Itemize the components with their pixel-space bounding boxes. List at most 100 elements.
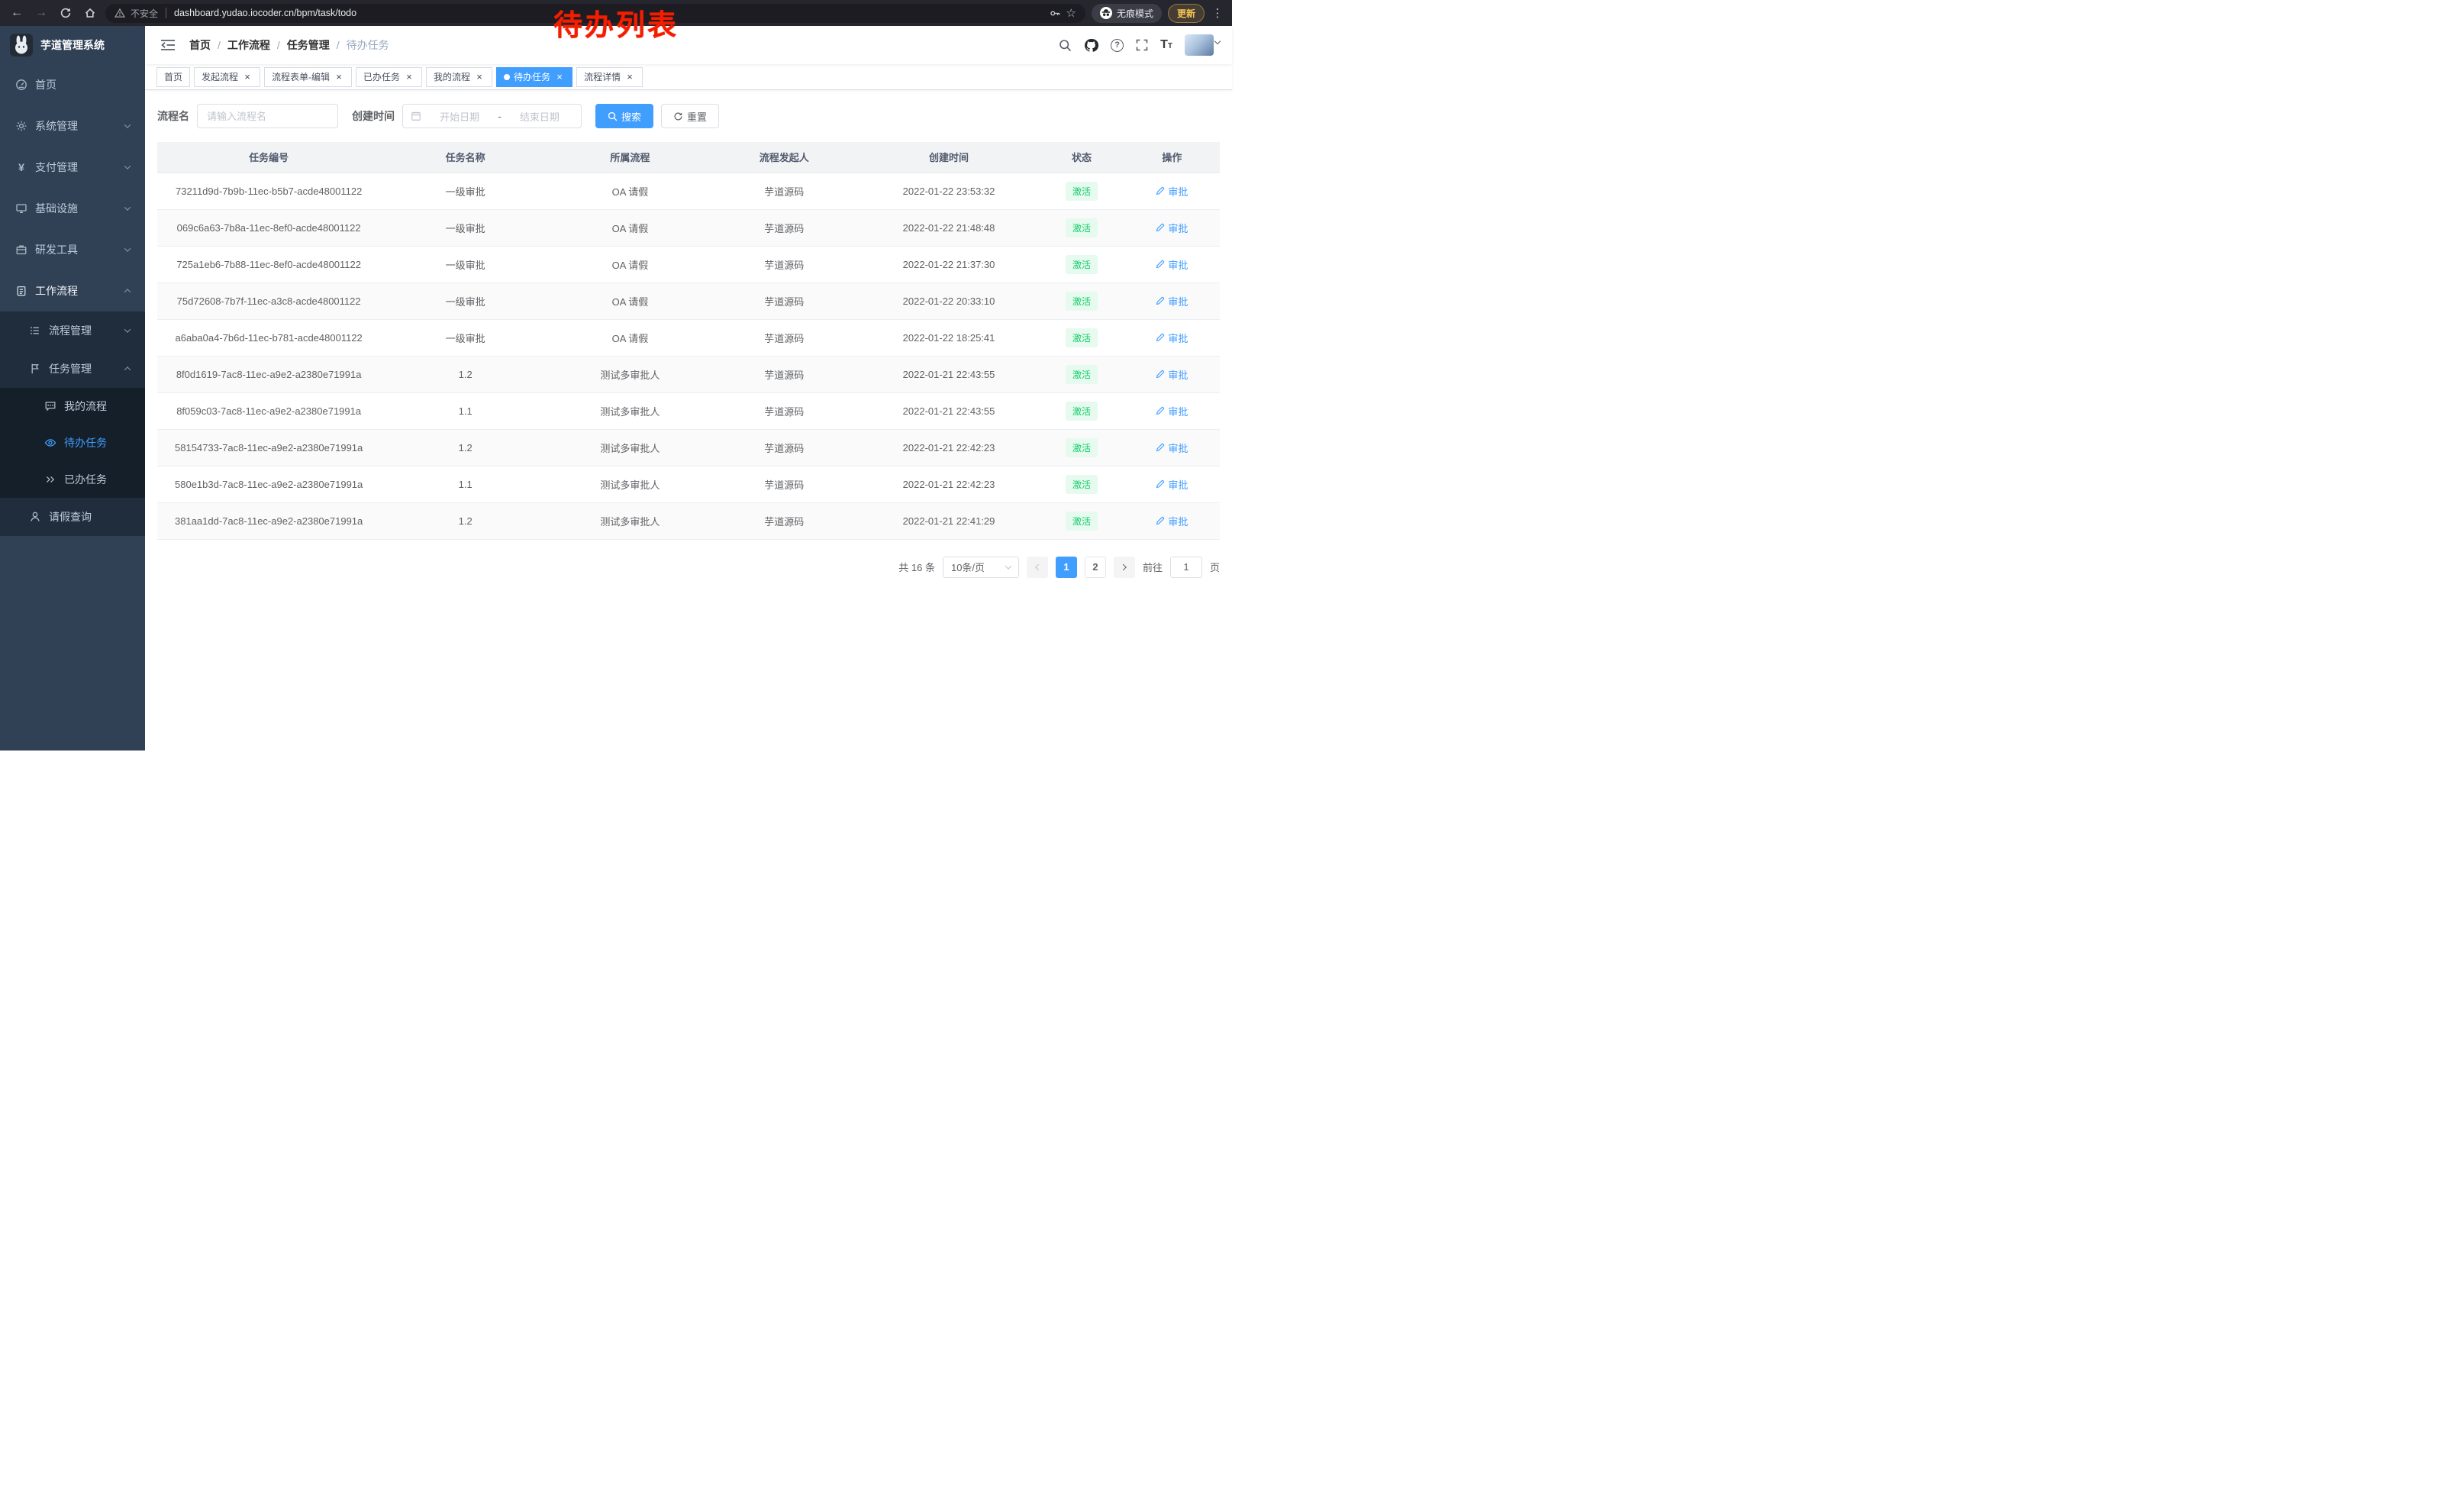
sidebar-item-home[interactable]: 首页 <box>0 64 145 105</box>
search-icon[interactable] <box>1059 39 1072 52</box>
github-icon[interactable] <box>1084 38 1098 53</box>
logo-image <box>10 34 33 56</box>
close-icon[interactable]: × <box>624 72 635 82</box>
sidebar-item-task-mgmt[interactable]: 任务管理 <box>0 350 145 388</box>
flag-icon <box>29 363 41 375</box>
tab-process-detail[interactable]: 流程详情× <box>576 67 643 87</box>
password-key-icon[interactable] <box>1050 8 1061 19</box>
cell-task-name: 1.1 <box>380 392 550 429</box>
goto-label: 前往 <box>1143 560 1163 574</box>
approve-link[interactable]: 审批 <box>1156 367 1188 382</box>
end-date-placeholder[interactable]: 结束日期 <box>506 109 573 124</box>
approve-link[interactable]: 审批 <box>1156 477 1188 492</box>
cell-task-id: a6aba0a4-7b6d-11ec-b781-acde48001122 <box>157 319 380 356</box>
cell-action: 审批 <box>1124 356 1220 392</box>
cell-task-name: 1.1 <box>380 466 550 502</box>
tab-my-process[interactable]: 我的流程× <box>426 67 492 87</box>
cell-process: 测试多审批人 <box>550 429 710 466</box>
reset-button[interactable]: 重置 <box>661 104 719 128</box>
cell-task-name: 1.2 <box>380 429 550 466</box>
tab-todo-tasks[interactable]: 待办任务× <box>496 67 572 87</box>
close-icon[interactable]: × <box>404 72 414 82</box>
incognito-badge: 无痕模式 <box>1092 4 1162 23</box>
sidebar-item-my-process[interactable]: 我的流程 <box>0 388 145 424</box>
app-root: 芋道管理系统 首页 系统管理 ¥ 支付管理 基础设施 研发工具 <box>0 26 1232 750</box>
cell-task-name: 一级审批 <box>380 319 550 356</box>
approve-link[interactable]: 审批 <box>1156 404 1188 418</box>
approve-link[interactable]: 审批 <box>1156 257 1188 272</box>
yen-icon: ¥ <box>15 161 27 173</box>
cell-task-id: 58154733-7ac8-11ec-a9e2-a2380e71991a <box>157 429 380 466</box>
avatar[interactable] <box>1185 34 1214 56</box>
breadcrumb-item-home[interactable]: 首页 <box>189 37 211 53</box>
cell-action: 审批 <box>1124 282 1220 319</box>
sidebar-toggle-icon[interactable] <box>157 36 179 54</box>
cell-initiator: 芋道源码 <box>710 356 859 392</box>
breadcrumb-item-task-mgmt[interactable]: 任务管理 <box>287 37 330 53</box>
approve-link[interactable]: 审批 <box>1156 331 1188 345</box>
col-status: 状态 <box>1039 142 1124 173</box>
back-icon[interactable]: ← <box>8 4 26 22</box>
close-icon[interactable]: × <box>242 72 253 82</box>
sidebar-item-done-tasks[interactable]: 已办任务 <box>0 461 145 498</box>
url-text[interactable]: dashboard.yudao.iocoder.cn/bpm/task/todo <box>174 8 356 18</box>
monitor-icon <box>15 202 27 215</box>
start-date-placeholder[interactable]: 开始日期 <box>426 109 493 124</box>
list-icon <box>29 324 41 337</box>
close-icon[interactable]: × <box>334 72 344 82</box>
page-2-button[interactable]: 2 <box>1085 557 1106 578</box>
gear-icon <box>15 120 27 132</box>
fullscreen-icon[interactable] <box>1136 39 1148 51</box>
app-header: 首页 / 工作流程 / 任务管理 / 待办任务 ? TT <box>145 26 1232 64</box>
cell-status: 激活 <box>1039 209 1124 246</box>
cell-process: OA 请假 <box>550 319 710 356</box>
col-task-id: 任务编号 <box>157 142 380 173</box>
sidebar: 芋道管理系统 首页 系统管理 ¥ 支付管理 基础设施 研发工具 <box>0 26 145 750</box>
approve-link[interactable]: 审批 <box>1156 441 1188 455</box>
date-range-picker[interactable]: 开始日期 - 结束日期 <box>402 104 582 128</box>
tab-start-process[interactable]: 发起流程× <box>194 67 260 87</box>
incognito-label: 无痕模式 <box>1117 7 1153 20</box>
sidebar-item-todo-tasks[interactable]: 待办任务 <box>0 424 145 461</box>
cell-created: 2022-01-21 22:43:55 <box>859 392 1040 429</box>
next-page-button[interactable] <box>1114 557 1135 578</box>
help-icon[interactable]: ? <box>1111 39 1124 52</box>
process-name-input[interactable] <box>197 104 338 128</box>
approve-link[interactable]: 审批 <box>1156 514 1188 528</box>
sidebar-item-leave-query[interactable]: 请假查询 <box>0 498 145 536</box>
tab-form-edit[interactable]: 流程表单-编辑× <box>264 67 352 87</box>
tab-home[interactable]: 首页 <box>156 67 190 87</box>
sidebar-item-system[interactable]: 系统管理 <box>0 105 145 147</box>
prev-page-button[interactable] <box>1027 557 1048 578</box>
tab-done-tasks[interactable]: 已办任务× <box>356 67 422 87</box>
cell-task-id: 75d72608-7b7f-11ec-a3c8-acde48001122 <box>157 282 380 319</box>
goto-page-input[interactable] <box>1170 557 1202 578</box>
sidebar-item-process-mgmt[interactable]: 流程管理 <box>0 311 145 350</box>
close-icon[interactable]: × <box>474 72 485 82</box>
approve-link[interactable]: 审批 <box>1156 294 1188 308</box>
search-button[interactable]: 搜索 <box>595 104 653 128</box>
approve-link[interactable]: 审批 <box>1156 221 1188 235</box>
page-size-select[interactable]: 10条/页 <box>943 557 1019 578</box>
security-label[interactable]: 不安全 <box>131 7 158 20</box>
forward-icon[interactable]: → <box>32 4 50 22</box>
sidebar-item-devtools[interactable]: 研发工具 <box>0 229 145 270</box>
close-icon[interactable]: × <box>554 72 565 82</box>
sidebar-item-infrastructure[interactable]: 基础设施 <box>0 188 145 229</box>
breadcrumb-item-workflow[interactable]: 工作流程 <box>227 37 270 53</box>
home-icon[interactable] <box>81 4 99 22</box>
sidebar-item-label: 待办任务 <box>64 435 130 450</box>
browser-menu-icon[interactable]: ⋮ <box>1211 4 1224 22</box>
sidebar-item-workflow[interactable]: 工作流程 <box>0 270 145 311</box>
cell-action: 审批 <box>1124 209 1220 246</box>
sidebar-item-payment[interactable]: ¥ 支付管理 <box>0 147 145 188</box>
cell-task-name: 一级审批 <box>380 246 550 282</box>
font-size-icon[interactable]: TT <box>1160 39 1172 51</box>
address-bar[interactable]: 不安全 dashboard.yudao.iocoder.cn/bpm/task/… <box>105 4 1085 23</box>
bookmark-star-icon[interactable]: ☆ <box>1066 6 1076 20</box>
page-1-button[interactable]: 1 <box>1056 557 1077 578</box>
update-button[interactable]: 更新 <box>1168 4 1205 23</box>
cell-status: 激活 <box>1039 356 1124 392</box>
approve-link[interactable]: 审批 <box>1156 184 1188 199</box>
reload-icon[interactable] <box>56 4 75 22</box>
